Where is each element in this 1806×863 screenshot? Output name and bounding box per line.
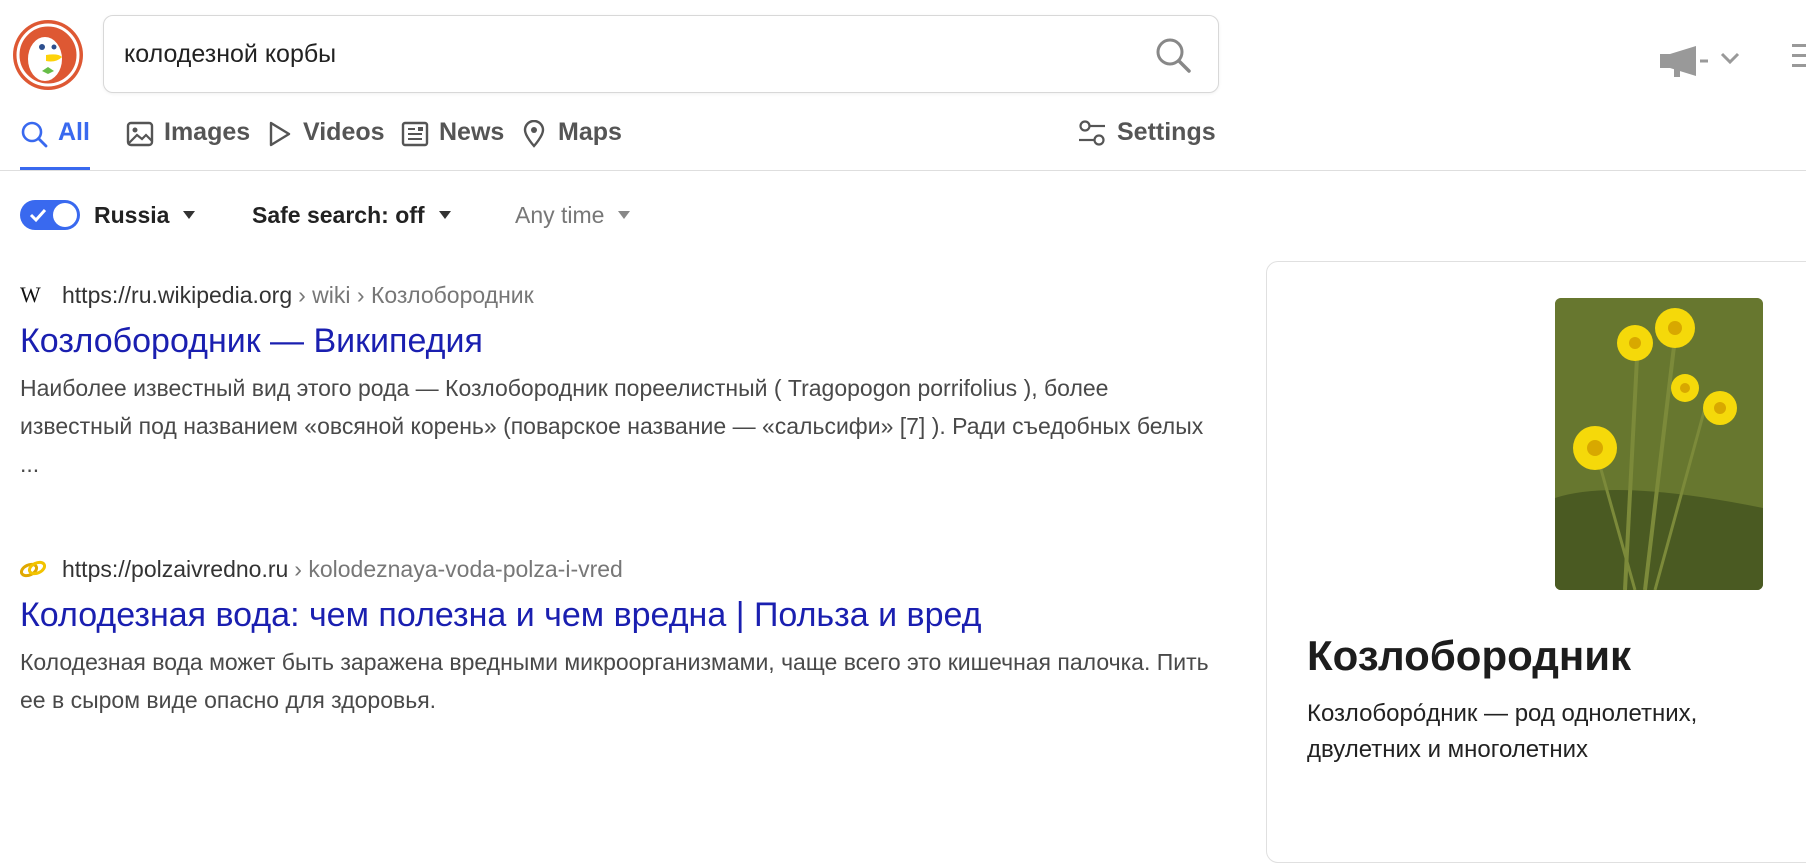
search-icon[interactable] — [1154, 36, 1192, 74]
panel-image[interactable] — [1555, 298, 1763, 590]
tab-all[interactable]: All — [20, 118, 90, 170]
map-pin-icon — [523, 120, 545, 148]
tab-maps[interactable]: Maps — [520, 118, 622, 170]
region-dropdown[interactable]: Russia — [94, 202, 196, 229]
tab-images[interactable]: Images — [126, 118, 250, 170]
check-icon — [29, 208, 47, 223]
safe-search-label: Safe search: off — [252, 202, 425, 228]
tab-news[interactable]: News — [401, 118, 504, 170]
settings-sliders-icon — [1079, 120, 1105, 146]
result-title-link[interactable]: Козлобородник — Википедия — [20, 322, 1220, 361]
tab-label: News — [439, 118, 505, 146]
result-snippet: Колодезная вода может быть заражена вред… — [20, 649, 1209, 713]
time-label: Any time — [515, 202, 605, 228]
region-label: Russia — [94, 202, 170, 228]
time-dropdown[interactable]: Any time — [515, 202, 631, 229]
result-snippet: Наиболее известный вид этого рода — Козл… — [20, 375, 1204, 477]
chevron-down-icon[interactable] — [1720, 50, 1740, 66]
result-url[interactable]: W https://ru.wikipedia.org › wiki › Козл… — [20, 280, 1220, 310]
result-url[interactable]: https://polzaivredno.ru › kolodeznaya-vo… — [20, 554, 1220, 584]
image-icon — [126, 121, 154, 147]
search-input[interactable] — [124, 16, 1124, 92]
tab-label: All — [58, 118, 90, 146]
header: All Images Videos News — [0, 0, 1806, 171]
news-icon — [401, 121, 429, 147]
caret-down-icon — [438, 210, 451, 219]
safe-search-dropdown[interactable]: Safe search: off — [252, 202, 451, 229]
result-domain: https://polzaivredno.ru — [62, 555, 289, 582]
panel-title: Козлобородник — [1307, 632, 1632, 679]
caret-down-icon — [183, 210, 196, 219]
link-icon — [20, 556, 46, 582]
tab-videos[interactable]: Videos — [265, 118, 385, 170]
knowledge-panel: Козлобородник Козлоборо́дник — род однол… — [1266, 261, 1806, 863]
search-icon — [21, 121, 48, 148]
tab-label: Maps — [558, 118, 622, 146]
settings-button[interactable]: Settings — [1077, 118, 1216, 148]
search-box — [103, 15, 1219, 93]
result-path: › kolodeznaya-voda-polza-i-vred — [294, 555, 623, 582]
wikipedia-icon: W — [20, 282, 46, 308]
result-path: › wiki › Козлобородник — [298, 281, 534, 308]
megaphone-icon[interactable] — [1660, 44, 1710, 78]
caret-down-icon — [618, 210, 631, 219]
result-title-link[interactable]: Колодезная вода: чем полезна и чем вредн… — [20, 596, 1220, 635]
tab-label: Images — [164, 118, 251, 146]
search-result: https://polzaivredno.ru › kolodeznaya-vo… — [20, 554, 1220, 719]
menu-icon[interactable] — [1792, 42, 1806, 70]
result-domain: https://ru.wikipedia.org — [62, 281, 293, 308]
region-toggle[interactable] — [20, 200, 80, 230]
settings-label: Settings — [1117, 118, 1216, 146]
duckduckgo-logo-icon[interactable] — [12, 19, 84, 91]
svg-text:W: W — [20, 285, 41, 305]
search-result: W https://ru.wikipedia.org › wiki › Козл… — [20, 280, 1220, 483]
play-icon — [269, 121, 291, 147]
toggle-knob — [53, 203, 77, 227]
filter-bar: Russia Safe search: off Any time — [20, 200, 1220, 232]
tab-label: Videos — [303, 118, 385, 146]
panel-description: Козлоборо́дник — род однолетних, двулетн… — [1307, 700, 1698, 763]
